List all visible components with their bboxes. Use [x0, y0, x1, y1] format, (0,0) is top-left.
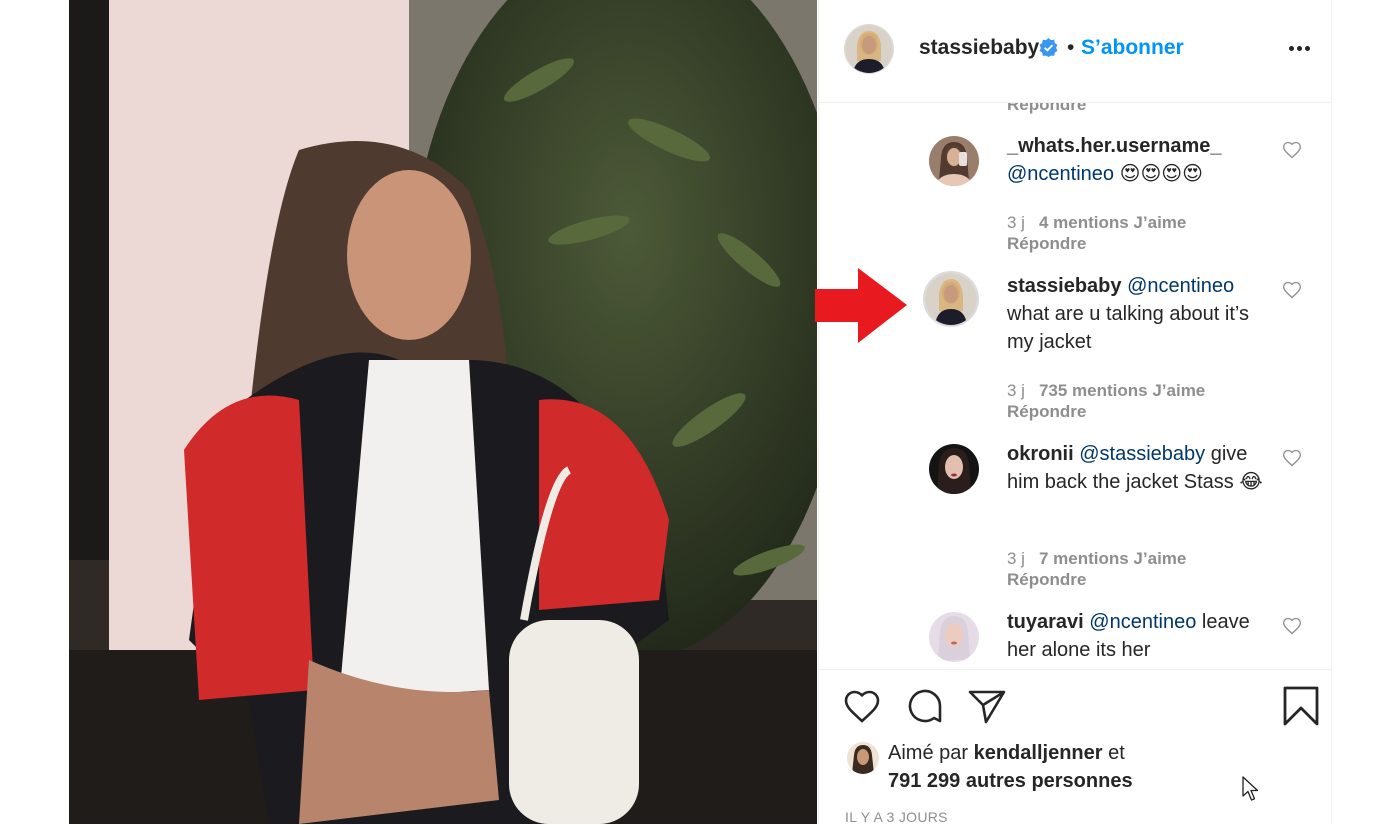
post-photo-illustration [69, 0, 817, 824]
comment-username[interactable]: okronii [1007, 443, 1074, 465]
reply-link[interactable]: Répondre [1007, 570, 1086, 590]
comment-meta: 3 j 7 mentions J’aime [1007, 548, 1186, 570]
comment-age: 3 j [1007, 381, 1025, 400]
follow-button[interactable]: S’abonner [1081, 36, 1184, 60]
comment-mention[interactable]: @stassiebaby [1079, 443, 1205, 465]
comment-mention[interactable]: @ncentineo [1127, 275, 1234, 297]
comment-likes[interactable]: 735 mentions J’aime [1039, 381, 1205, 400]
more-options-icon[interactable] [1279, 34, 1319, 62]
comment-age: 3 j [1007, 549, 1025, 568]
comment-mention[interactable]: @ncentineo [1089, 611, 1196, 633]
verified-badge-icon [1039, 38, 1058, 57]
reply-link[interactable]: Répondre [1007, 402, 1086, 422]
red-annotation-arrow-icon [815, 268, 907, 343]
header-separator: • [1067, 36, 1075, 59]
comment-username[interactable]: _whats.her.username_ [1007, 135, 1222, 157]
comment-text: tuyaravi @ncentineo leave her alone its … [1007, 608, 1272, 664]
comment-likes[interactable]: 4 mentions J’aime [1039, 213, 1186, 232]
post-timestamp[interactable]: IL Y A 3 JOURS [845, 809, 948, 825]
reply-link[interactable]: Répondre [1007, 103, 1086, 115]
comment-body: what are u talking about it’s my jacket [1007, 303, 1250, 353]
comment-username[interactable]: stassiebaby [1007, 275, 1122, 297]
like-comment-heart-icon[interactable] [1282, 140, 1302, 160]
comments-list[interactable]: Répondre _whats.her.username_ @ncentineo… [819, 103, 1331, 669]
commenter-avatar[interactable] [929, 136, 979, 186]
commenter-avatar[interactable] [929, 612, 979, 662]
liked-joiner: et [1108, 742, 1125, 764]
author-username[interactable]: stassiebaby [919, 36, 1039, 60]
like-comment-heart-icon[interactable] [1282, 616, 1302, 636]
comment-mention[interactable]: @ncentineo [1007, 163, 1114, 185]
save-bookmark-icon[interactable] [1281, 686, 1321, 726]
post-header: stassiebaby • S’abonner [819, 0, 1331, 103]
post-photo[interactable] [69, 0, 817, 824]
commenter-avatar[interactable] [929, 444, 979, 494]
liked-by-username[interactable]: kendalljenner [974, 742, 1103, 764]
liker-avatar[interactable] [847, 742, 879, 774]
post-panel: stassiebaby • S’abonner Répondre _whats.… [818, 0, 1332, 825]
like-comment-heart-icon[interactable] [1282, 448, 1302, 468]
mouse-cursor-icon [1242, 776, 1259, 801]
like-comment-heart-icon[interactable] [1282, 280, 1302, 300]
comment-body: 😍😍😍😍 [1119, 163, 1204, 185]
share-paper-plane-icon[interactable] [967, 686, 1007, 726]
commenter-avatar[interactable] [923, 271, 979, 327]
author-avatar[interactable] [844, 24, 894, 74]
comment-meta: 3 j 735 mentions J’aime [1007, 380, 1205, 402]
comment-likes[interactable]: 7 mentions J’aime [1039, 549, 1186, 568]
liked-prefix: Aimé par [888, 742, 969, 764]
reply-link[interactable]: Répondre [1007, 234, 1086, 254]
comment-meta: 3 j 4 mentions J’aime [1007, 212, 1186, 234]
likes-count[interactable]: 791 299 autres personnes [888, 770, 1133, 792]
comment-bubble-icon[interactable] [905, 686, 945, 726]
comment-text: stassiebaby @ncentineo what are u talkin… [1007, 272, 1272, 356]
comment-age: 3 j [1007, 213, 1025, 232]
like-heart-icon[interactable] [842, 686, 882, 726]
comment-username[interactable]: tuyaravi [1007, 611, 1084, 633]
comment-text: okronii @stassiebaby give him back the j… [1007, 440, 1272, 496]
comment-text: _whats.her.username_ @ncentineo 😍😍😍😍 [1007, 132, 1272, 188]
